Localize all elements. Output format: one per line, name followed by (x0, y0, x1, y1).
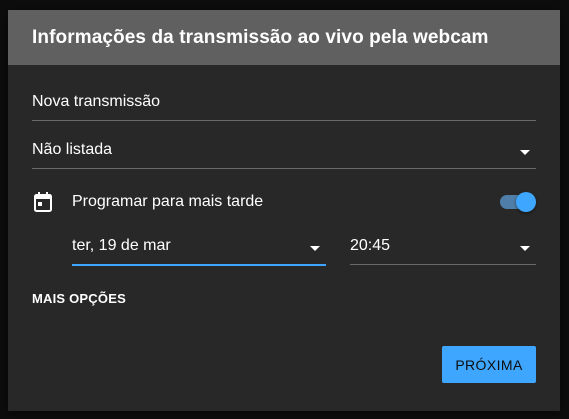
more-options-button[interactable]: MAIS OPÇÕES (32, 291, 126, 306)
webcam-stream-dialog: Informações da transmissão ao vivo pela … (8, 10, 560, 411)
toggle-knob (516, 192, 536, 212)
chevron-down-icon[interactable] (310, 246, 320, 251)
time-value: 20:45 (350, 237, 391, 254)
schedule-row: Programar para mais tarde (32, 190, 536, 214)
dialog-title: Informações da transmissão ao vivo pela … (32, 26, 489, 48)
time-select[interactable]: 20:45 (350, 232, 536, 265)
next-button[interactable]: PRÓXIMA (442, 346, 536, 383)
stream-title-value: Nova transmissão (32, 93, 161, 110)
date-select[interactable]: ter, 19 de mar (72, 232, 326, 266)
privacy-select[interactable]: Não listada (32, 136, 536, 169)
schedule-label: Programar para mais tarde (72, 193, 264, 210)
schedule-toggle[interactable] (500, 192, 536, 212)
date-value: ter, 19 de mar (72, 237, 171, 254)
stream-title-field[interactable]: Nova transmissão (32, 88, 536, 121)
dialog-header: Informações da transmissão ao vivo pela … (8, 10, 560, 65)
chevron-down-icon[interactable] (520, 246, 530, 251)
calendar-icon (34, 192, 52, 212)
chevron-down-icon[interactable] (520, 150, 530, 155)
privacy-value: Não listada (32, 141, 113, 158)
